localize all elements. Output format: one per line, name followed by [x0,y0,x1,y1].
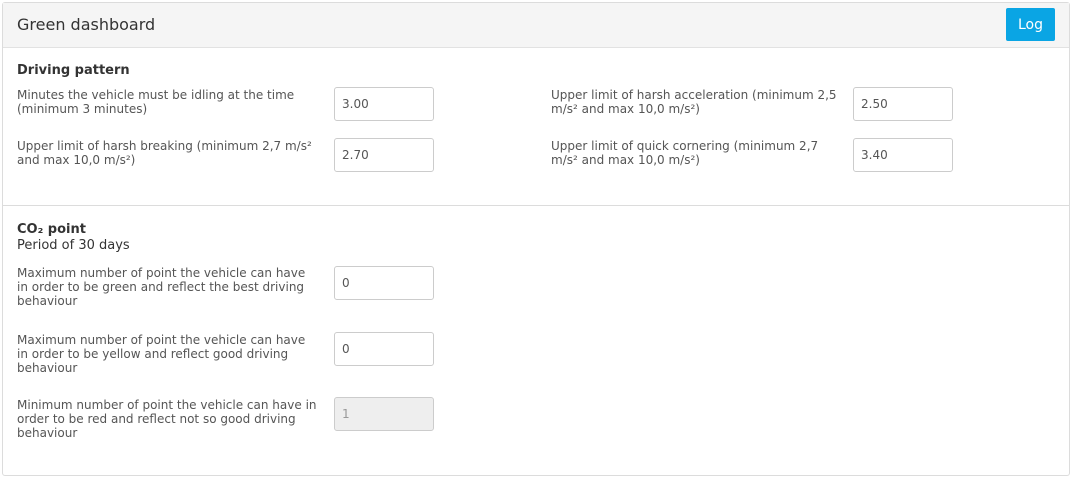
red-min-points-input [334,397,434,431]
quick-cornering-input[interactable] [853,138,953,172]
panel-header: Green dashboard Log [3,3,1069,48]
co2-period-subtitle: Period of 30 days [17,238,130,253]
yellow-max-points-input[interactable] [334,332,434,366]
harsh-acceleration-label: Upper limit of harsh acceleration (minim… [551,88,837,116]
log-button[interactable]: Log [1006,8,1055,41]
green-dashboard-panel: Green dashboard Log Driving pattern Minu… [2,2,1070,476]
harsh-breaking-input[interactable] [334,138,434,172]
yellow-max-points-label: Maximum number of point the vehicle can … [17,333,306,375]
page-title: Green dashboard [17,15,156,34]
idling-minutes-input[interactable] [334,87,434,121]
harsh-acceleration-input[interactable] [853,87,953,121]
quick-cornering-label: Upper limit of quick cornering (minimum … [551,139,819,167]
co2-point-title: CO₂ point [17,222,86,237]
idling-minutes-label: Minutes the vehicle must be idling at th… [17,88,295,116]
driving-pattern-title: Driving pattern [17,63,130,78]
harsh-breaking-label: Upper limit of harsh breaking (minimum 2… [17,139,312,167]
red-min-points-label: Minimum number of point the vehicle can … [17,398,317,440]
section-divider [3,205,1069,206]
green-max-points-input[interactable] [334,266,434,300]
green-max-points-label: Maximum number of point the vehicle can … [17,266,306,308]
